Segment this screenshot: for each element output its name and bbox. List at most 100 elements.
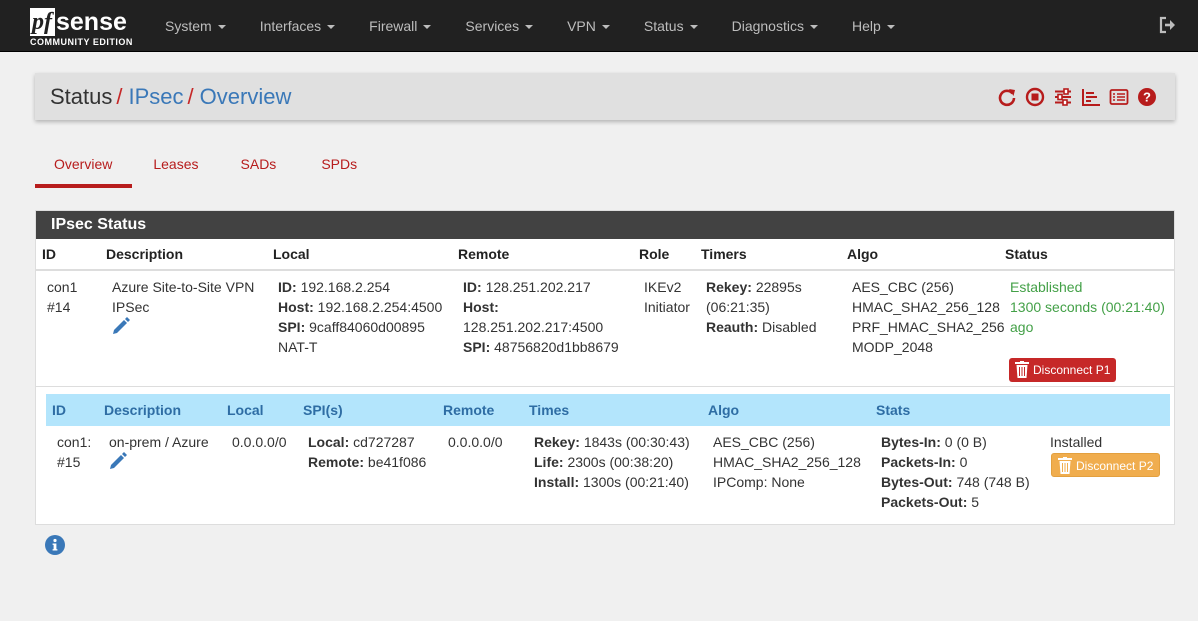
p2-header-local: Local	[227, 402, 264, 418]
p1-rekey-value: 22895s	[755, 279, 802, 295]
pencil-icon[interactable]	[111, 317, 131, 335]
p1-local-spi: SPI: 9caff84060d00895	[278, 317, 425, 337]
disconnect-p1-label: Disconnect P1	[1033, 363, 1111, 377]
p1-description-2: IPSec	[112, 299, 150, 315]
menu-vpn-label: VPN	[567, 18, 596, 34]
caret-down-icon	[525, 25, 534, 30]
p1-local-spi-label: SPI:	[278, 319, 306, 335]
p2-packets-out-value: 5	[971, 494, 980, 510]
p1-id-num: #14	[47, 299, 71, 315]
p1-local-host-value: 192.168.2.254:4500	[317, 299, 443, 315]
menu-services[interactable]: Services	[448, 0, 550, 52]
p1-id-con: con1	[47, 279, 78, 295]
p1-local-spi-value: 9caff84060d00895	[309, 319, 425, 335]
bar-chart-icon[interactable]	[1081, 87, 1101, 107]
p2-packets-out: Packets-Out: 5	[881, 492, 979, 512]
p1-algo-dh: MODP_2048	[852, 339, 933, 355]
logo-edition: COMMUNITY EDITION	[30, 37, 133, 47]
p2-id-con: con1:	[57, 434, 92, 450]
question-circle-icon[interactable]: ?	[1137, 87, 1157, 107]
p2-bytes-in-label: Bytes-In:	[881, 434, 941, 450]
breadcrumb-status: Status	[50, 84, 113, 109]
p2-id-num: #15	[57, 454, 81, 470]
list-alt-icon[interactable]	[1109, 87, 1129, 107]
p1-remote-spi-value: 48756820d1bb8679	[494, 339, 619, 355]
tab-leases[interactable]: Leases	[132, 146, 218, 188]
p2-rekey-label: Rekey:	[534, 434, 580, 450]
p2-header-times: Times	[529, 402, 570, 418]
p1-remote-spi: SPI: 48756820d1bb8679	[463, 337, 619, 357]
p1-remote-id-label: ID:	[463, 279, 482, 295]
p1-header-timers: Timers	[701, 246, 747, 262]
p1-status-ago: ago	[1010, 319, 1034, 335]
pfsense-logo[interactable]: pf sense COMMUNITY EDITION	[30, 6, 138, 50]
trash-icon	[1015, 361, 1029, 378]
p2-bytes-in: Bytes-In: 0 (0 B)	[881, 432, 987, 452]
p2-header-remote: Remote	[443, 402, 495, 418]
p2-spi-remote-value: be41f086	[367, 454, 427, 470]
menu-system-label: System	[165, 18, 212, 34]
menu-vpn[interactable]: VPN	[550, 0, 627, 52]
pencil-icon[interactable]	[108, 452, 128, 470]
menu-interfaces[interactable]: Interfaces	[243, 0, 352, 52]
p2-install-value: 1300s (00:21:40)	[583, 474, 689, 490]
menu-help-label: Help	[851, 18, 881, 34]
tab-overview[interactable]: Overview	[35, 146, 133, 188]
trash-icon	[1058, 457, 1072, 474]
menu-status[interactable]: Status	[627, 0, 715, 52]
menu-help[interactable]: Help	[835, 0, 912, 52]
p2-packets-in: Packets-In: 0	[881, 452, 967, 472]
breadcrumb-separator: /	[187, 84, 194, 109]
p1-header-local: Local	[273, 246, 310, 262]
tab-sads[interactable]: SADs	[219, 146, 299, 188]
logo-pf: pf	[30, 8, 55, 36]
top-navbar: pf sense COMMUNITY EDITION System Interfa…	[0, 0, 1198, 52]
p1-local-id: ID: 192.168.2.254	[278, 277, 390, 297]
p2-remote: 0.0.0.0/0	[448, 434, 503, 450]
caret-down-icon	[423, 25, 432, 30]
p2-algo-cipher: AES_CBC (256)	[713, 434, 815, 450]
tab-spds[interactable]: SPDs	[298, 146, 377, 188]
p1-remote-host-value: 128.251.202.217:4500	[463, 319, 604, 335]
p2-rekey: Rekey: 1843s (00:30:43)	[534, 432, 690, 452]
breadcrumb-ipsec-link[interactable]: IPsec	[129, 84, 184, 109]
p2-spi-local-value: cd727287	[353, 434, 415, 450]
main-menu: System Interfaces Firewall Services VPN …	[148, 0, 912, 52]
menu-firewall-label: Firewall	[369, 18, 418, 34]
p2-rekey-value: 1843s (00:30:43)	[583, 434, 690, 450]
sign-out-icon[interactable]	[1158, 15, 1178, 35]
p1-algo-hash: HMAC_SHA2_256_128	[852, 299, 1000, 315]
breadcrumb-overview-link[interactable]: Overview	[200, 84, 292, 109]
p1-local-id-value: 192.168.2.254	[300, 279, 391, 295]
info-icon[interactable]	[45, 535, 65, 555]
tab-bar: Overview Leases SADs SPDs	[35, 146, 377, 188]
stop-circle-icon[interactable]	[1025, 87, 1045, 107]
p2-bytes-out: Bytes-Out: 748 (748 B)	[881, 472, 1030, 492]
p2-header-stats: Stats	[876, 402, 911, 418]
p1-rekey-label: Rekey:	[706, 279, 752, 295]
p2-header-description: Description	[104, 402, 182, 418]
p2-header-id: ID	[52, 402, 66, 418]
disconnect-p2-button[interactable]: Disconnect P2	[1051, 453, 1161, 477]
p2-spi-local: Local: cd727287	[308, 432, 415, 452]
sliders-icon[interactable]	[1053, 87, 1073, 107]
p2-spi-local-label: Local:	[308, 434, 350, 450]
breadcrumb-bar: Status / IPsec / Overview ?	[35, 73, 1175, 120]
caret-down-icon	[217, 25, 226, 30]
p1-reauth: Reauth: Disabled	[706, 317, 817, 337]
refresh-icon[interactable]	[997, 87, 1017, 107]
p2-spi-remote: Remote: be41f086	[308, 452, 426, 472]
p1-header-role: Role	[639, 246, 670, 262]
menu-firewall[interactable]: Firewall	[352, 0, 448, 52]
caret-down-icon	[327, 25, 336, 30]
p2-life-value: 2300s (00:38:20)	[567, 454, 674, 470]
p2-life-label: Life:	[534, 454, 564, 470]
disconnect-p1-button[interactable]: Disconnect P1	[1009, 358, 1117, 382]
p2-install: Install: 1300s (00:21:40)	[534, 472, 689, 492]
menu-diagnostics[interactable]: Diagnostics	[715, 0, 835, 52]
logo-sense: sense	[56, 8, 127, 36]
p1-algo-prf: PRF_HMAC_SHA2_256	[852, 319, 1005, 335]
p2-local: 0.0.0.0/0	[232, 434, 287, 450]
menu-status-label: Status	[643, 18, 684, 34]
menu-system[interactable]: System	[148, 0, 243, 52]
